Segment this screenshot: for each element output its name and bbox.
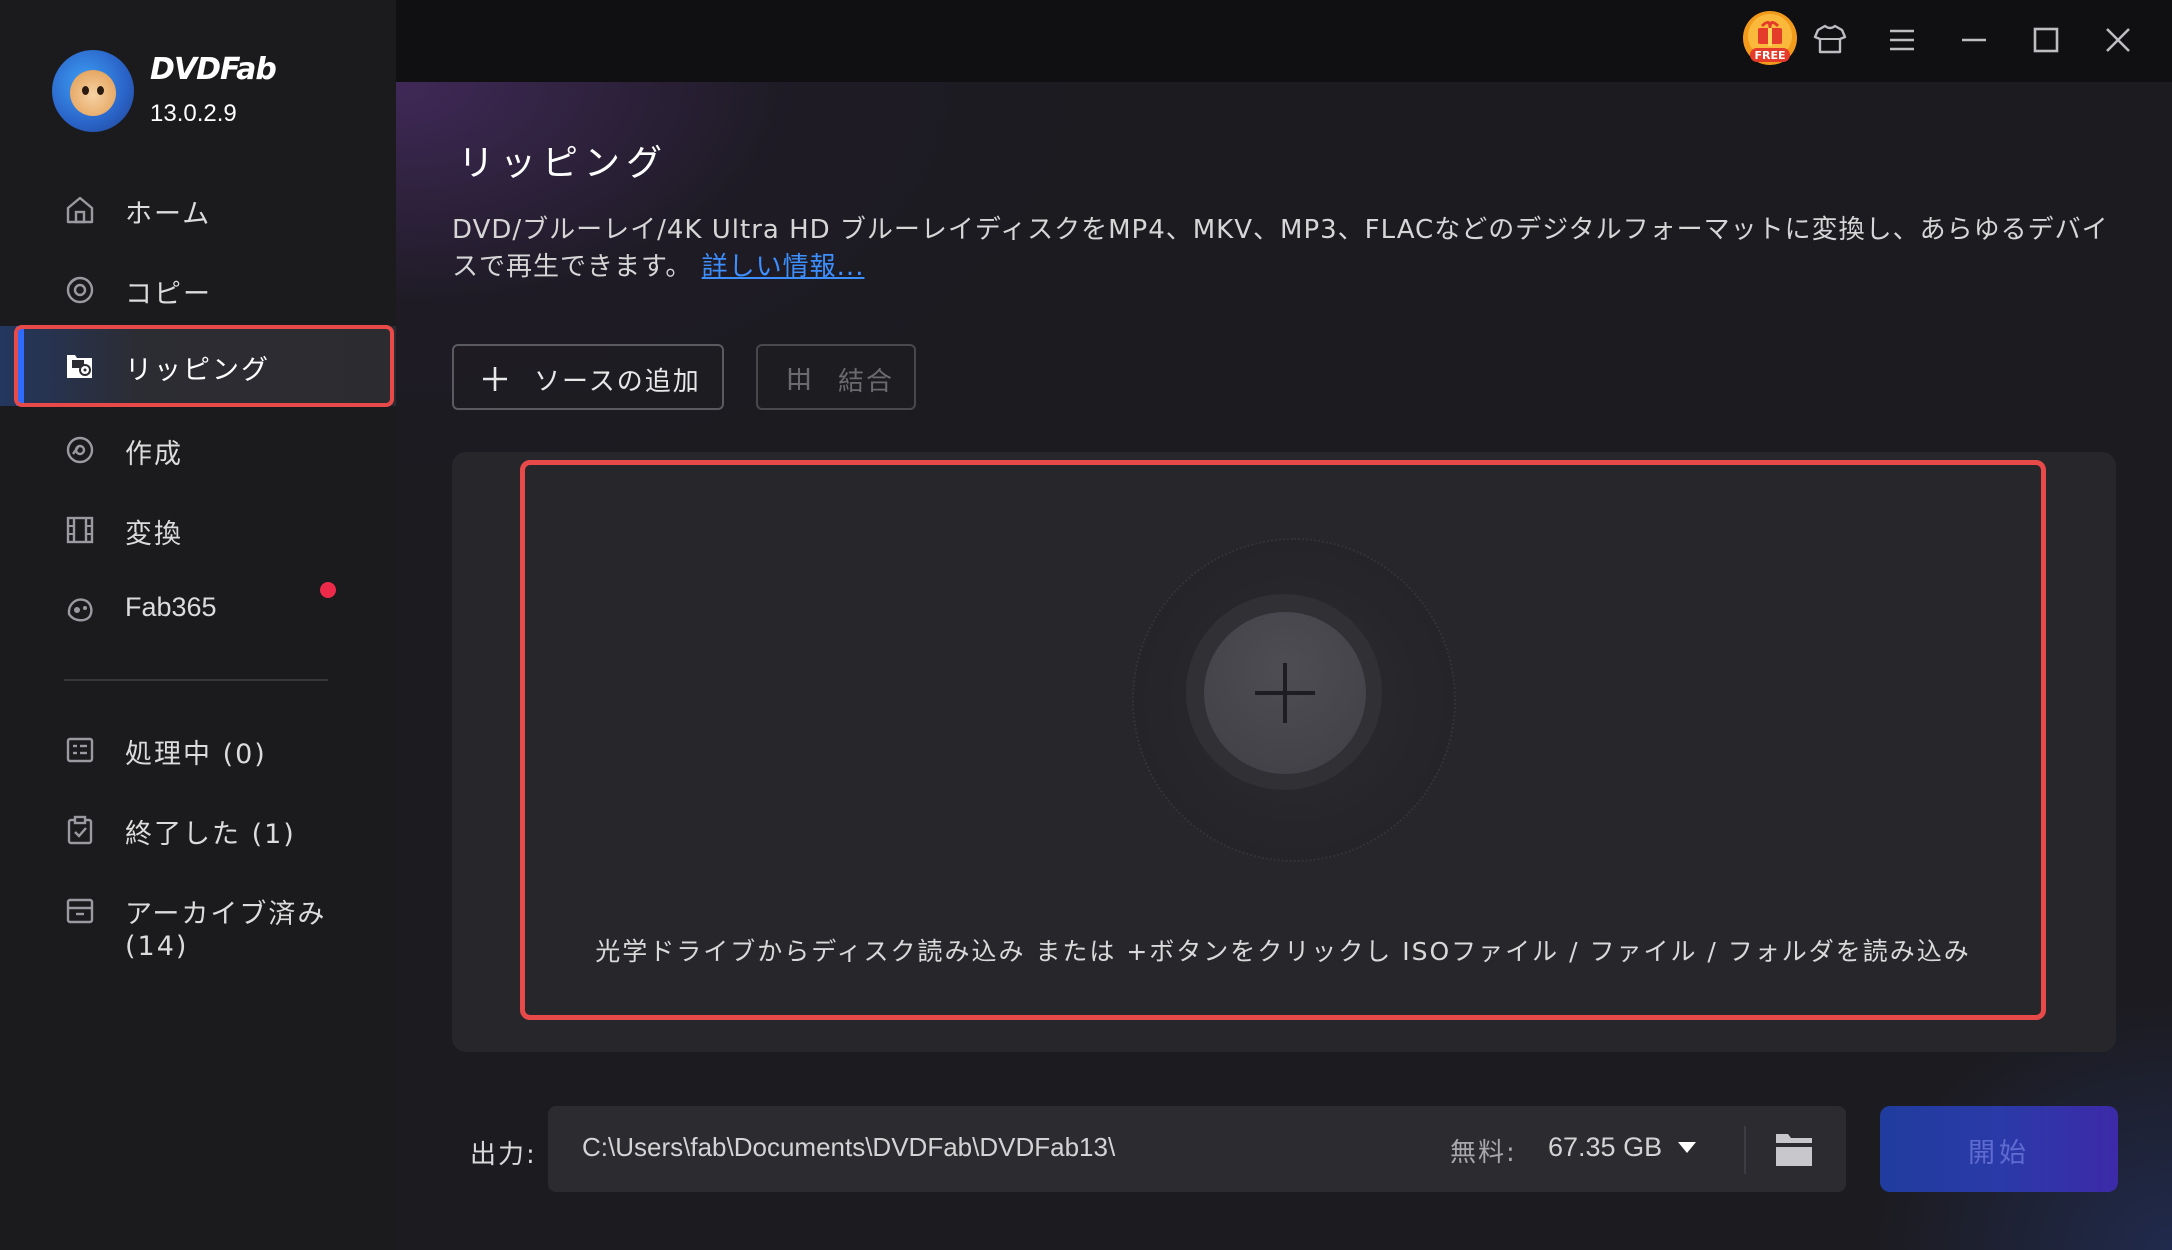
sidebar-item-label: Fab365	[125, 592, 217, 622]
plus-icon	[483, 367, 507, 391]
sidebar-item-copy[interactable]: コピー	[0, 250, 396, 330]
description-text: DVD/ブルーレイ/4K Ultra HD ブルーレイディスクをMP4、MKV、…	[452, 215, 2109, 282]
sidebar: DVDFab 13.0.2.9 ホーム コピー リッピング 作成 変換 Fab3…	[0, 0, 396, 1250]
app-version: 13.0.2.9	[150, 100, 237, 127]
close-icon[interactable]	[2098, 20, 2138, 60]
tshirt-skin-icon[interactable]	[1810, 20, 1850, 60]
title-bar: FREE	[396, 0, 2172, 82]
sidebar-item-processing[interactable]: 処理中 (0)	[0, 710, 396, 790]
sidebar-item-label: 変換	[125, 519, 183, 550]
archive-box-icon	[66, 898, 94, 924]
sidebar-item-fab365[interactable]: Fab365	[0, 570, 396, 650]
start-label: 開始	[1968, 1138, 2030, 1169]
sidebar-item-label: ホーム	[125, 199, 212, 230]
copy-disc-icon	[66, 276, 94, 304]
merge-icon	[788, 368, 810, 390]
free-space-value: 67.35 GB	[1548, 1132, 1663, 1162]
highlight-frame-drop-zone	[520, 460, 2046, 1020]
more-info-link[interactable]: 詳しい情報...	[702, 252, 865, 282]
sidebar-item-finished[interactable]: 終了した (1)	[0, 790, 396, 870]
start-button[interactable]: 開始	[1880, 1106, 2118, 1192]
field-separator	[1744, 1126, 1746, 1174]
chevron-down-icon[interactable]	[1674, 1138, 1700, 1158]
merge-button[interactable]: 結合	[756, 344, 916, 410]
output-label: 出力:	[470, 1140, 537, 1170]
dvdfab-mascot-icon	[52, 50, 134, 132]
fab365-icon	[67, 598, 93, 622]
sidebar-item-label: 処理中 (0)	[125, 739, 267, 770]
free-gift-icon[interactable]: FREE	[1740, 8, 1800, 68]
add-source-label: ソースの追加	[534, 367, 701, 397]
sidebar-item-label: コピー	[125, 279, 212, 310]
free-space-label: 無料:	[1450, 1138, 1517, 1168]
brand-name: DVDFab	[150, 52, 277, 87]
output-path: C:\Users\fab\Documents\DVDFab\DVDFab13\	[582, 1132, 1116, 1162]
sidebar-item-label: 作成	[125, 439, 183, 470]
menu-icon[interactable]	[1882, 20, 1922, 60]
highlight-frame-ripping	[14, 325, 394, 407]
convert-film-icon	[66, 516, 94, 544]
sidebar-item-archived[interactable]: アーカイブ済み (14)	[0, 870, 396, 962]
create-disc-icon	[66, 436, 94, 464]
notification-dot	[320, 582, 336, 598]
processing-list-icon	[66, 737, 94, 763]
sidebar-item-create[interactable]: 作成	[0, 410, 396, 490]
sidebar-item-label: アーカイブ済み (14)	[125, 899, 327, 962]
maximize-icon[interactable]	[2026, 20, 2066, 60]
app-logo: DVDFab 13.0.2.9	[52, 50, 352, 140]
free-badge-text: FREE	[1754, 49, 1785, 62]
sidebar-item-label: 終了した (1)	[125, 819, 296, 850]
page-title: リッピング	[458, 143, 669, 184]
finished-clipboard-icon	[67, 815, 93, 845]
sidebar-item-convert[interactable]: 変換	[0, 490, 396, 570]
sidebar-divider	[64, 679, 328, 681]
output-path-field[interactable]: C:\Users\fab\Documents\DVDFab\DVDFab13\ …	[548, 1106, 1846, 1192]
sidebar-item-home[interactable]: ホーム	[0, 170, 396, 250]
folder-icon[interactable]	[1762, 1126, 1826, 1174]
main-content: リッピング DVD/ブルーレイ/4K Ultra HD ブルーレイディスクをMP…	[396, 82, 2172, 1250]
home-icon	[66, 196, 94, 224]
page-description: DVD/ブルーレイ/4K Ultra HD ブルーレイディスクをMP4、MKV、…	[452, 212, 2132, 286]
add-source-button[interactable]: ソースの追加	[452, 344, 724, 410]
minimize-icon[interactable]	[1954, 20, 1994, 60]
merge-label: 結合	[838, 367, 895, 397]
